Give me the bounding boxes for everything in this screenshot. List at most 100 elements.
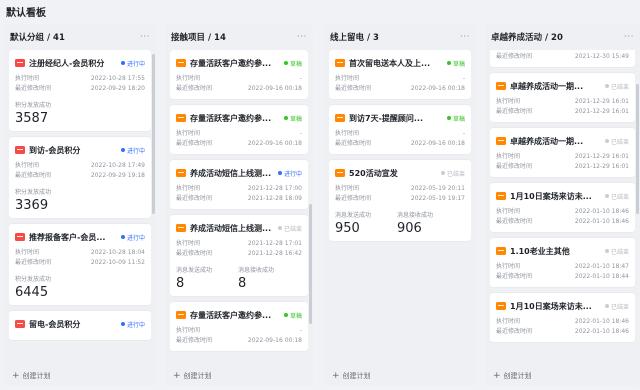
card-header: 存量活跃客户邀约参... 草稿 <box>176 56 302 70</box>
create-plan-button[interactable]: + 创建计划 <box>493 371 532 381</box>
meta-label: 最近修改时间 <box>176 85 213 92</box>
plan-card[interactable]: 存量活跃客户邀约参... 草稿 执行时间 - 最近修改时间 2022-09-16 00:1… <box>170 50 308 99</box>
status-badge: 已结束 <box>604 302 629 311</box>
card-meta-row: 执行时间 - <box>176 74 302 84</box>
message-icon <box>496 302 506 310</box>
meta-value: - <box>462 75 465 82</box>
card-meta-row: 执行时间 2021-12-29 16:01 <box>496 152 629 162</box>
meta-value: 2022-09-16 00:18 <box>410 140 465 147</box>
ellipsis-icon[interactable]: ··· <box>140 33 150 42</box>
meta-value: - <box>462 130 465 137</box>
card-title[interactable]: 卓越养成活动一期... <box>510 136 602 147</box>
scrollbar[interactable] <box>152 54 155 214</box>
column-title: 默认分组 / 41 <box>10 33 65 43</box>
card-header: 1月10日案场来访未... 已结束 <box>496 189 629 203</box>
card-title[interactable]: 存量活跃客户邀约参... <box>190 58 281 69</box>
meta-value: 2022-05-19 19:17 <box>410 195 465 202</box>
plan-card[interactable]: 注册经纪人-会员积分 进行中 执行时间 2022-10-28 17:55 最近修改时间 2… <box>9 50 151 131</box>
plan-card[interactable]: 首次留电送本人及上... 草稿 执行时间 - 最近修改时间 2022-09-16 00:1… <box>329 50 471 99</box>
scrollbar[interactable] <box>309 204 312 324</box>
meta-label: 最近修改时间 <box>176 140 213 147</box>
column-header: 默认分组 / 41 ··· <box>10 30 150 44</box>
plan-card[interactable]: 养成活动短信上线测... 进行中 执行时间 2021-12-28 17:00 最近修改时… <box>170 160 308 209</box>
card-meta-row: 最近修改时间 2022-10-09 11:52 <box>15 258 145 268</box>
scrollbar[interactable] <box>636 84 639 214</box>
card-header: 存量活跃客户邀约参... 草稿 <box>176 308 302 322</box>
card-title[interactable]: 存量活跃客户邀约参... <box>190 310 281 321</box>
plan-card[interactable]: 存量活跃客户邀约参... 草稿 执行时间 - 最近修改时间 2022-09-16 00:1… <box>170 302 308 351</box>
plan-card[interactable]: 1月10日案场来访未... 已结束 执行时间 2022-01-10 18:46 最近修改… <box>490 293 635 342</box>
card-title[interactable]: 首次留电送本人及上... <box>349 58 444 69</box>
metric-value: 906 <box>397 221 422 236</box>
plan-card[interactable]: 执行时间2021-12-30 15:30最近修改时间2021-12-30 15:… <box>490 50 635 67</box>
card-title[interactable]: 到访-会员积分 <box>29 145 118 156</box>
card-title[interactable]: 养成活动短信上线测... <box>190 223 275 234</box>
message-icon <box>176 311 186 319</box>
card-meta-row: 执行时间 2021-12-28 17:00 <box>176 184 302 194</box>
status-label: 已结束 <box>610 138 629 146</box>
status-dot-icon <box>120 235 125 239</box>
meta-value: 2022-01-10 18:46 <box>574 218 629 225</box>
status-dot-icon <box>277 226 282 230</box>
card-title[interactable]: 卓越养成活动一期... <box>510 81 602 92</box>
card-title[interactable]: 1月10日案场来访未... <box>510 191 602 202</box>
plan-card[interactable]: 存量活跃客户邀约参... 草稿 执行时间 - 最近修改时间 2022-09-16 00:1… <box>170 105 308 154</box>
status-dot-icon <box>604 84 609 88</box>
ellipsis-icon[interactable]: ··· <box>460 33 470 42</box>
meta-value: 2021-12-28 17:00 <box>247 185 302 192</box>
ellipsis-icon[interactable]: ··· <box>297 33 307 42</box>
create-plan-button[interactable]: + 创建计划 <box>332 371 371 381</box>
card-meta-row: 最近修改时间 2021-12-30 15:49 <box>496 52 629 62</box>
card-meta-row: 执行时间 2022-05-19 20:11 <box>335 184 465 194</box>
card-title[interactable]: 推荐报备客户-会员... <box>29 232 118 243</box>
card-meta-row: 执行时间 2021-12-28 17:01 <box>176 239 302 249</box>
plan-card[interactable]: 1月10日案场来访未... 已结束 执行时间 2022-01-10 18:46 最近修改… <box>490 183 635 232</box>
metric-label: 消息发送成功 <box>176 267 213 274</box>
create-plan-button[interactable]: + 创建计划 <box>12 371 51 381</box>
metric-value: 3369 <box>15 198 49 213</box>
card-title[interactable]: 留电-会员积分 <box>29 319 118 330</box>
card-title[interactable]: 到访7天-提醒顾问... <box>349 113 444 124</box>
card-title[interactable]: 养成活动短信上线测... <box>190 168 275 179</box>
status-label: 已结束 <box>610 193 629 201</box>
meta-value: - <box>299 327 302 334</box>
card-header: 520活动宣发 已结束 <box>335 166 465 180</box>
status-badge: 草稿 <box>283 59 302 68</box>
meta-label: 执行时间 <box>335 185 360 192</box>
status-badge: 草稿 <box>283 114 302 123</box>
plan-card[interactable]: 到访7天-提醒顾问... 草稿 执行时间 - 最近修改时间 2022-09-16 00:1… <box>329 105 471 154</box>
card-title[interactable]: 存量活跃客户邀约参... <box>190 113 281 124</box>
message-icon <box>496 247 506 255</box>
plan-card[interactable]: 卓越养成活动一期... 已结束 执行时间 2021-12-29 16:01 最近修改时间… <box>490 128 635 177</box>
card-title[interactable]: 1.10老业主其他 <box>510 246 602 257</box>
meta-label: 执行时间 <box>176 130 201 137</box>
column-card-list: 注册经纪人-会员积分 进行中 执行时间 2022-10-28 17:55 最近修改时间 2… <box>9 50 151 368</box>
board-column: 默认分组 / 41 ··· 注册经纪人-会员积分 进行中 执行时间 2022-10-28 … <box>4 24 156 386</box>
status-dot-icon <box>604 194 609 198</box>
create-plan-button[interactable]: + 创建计划 <box>173 371 212 381</box>
plan-card[interactable]: 养成活动短信上线测... 已结束 执行时间 2021-12-28 17:01 最近修改时… <box>170 215 308 296</box>
plan-card[interactable]: 留电-会员积分 进行中 <box>9 311 151 340</box>
metric-label: 积分发放成功 <box>15 102 52 109</box>
card-metrics: 消息发送成功 8 消息接收成功 8 <box>176 265 302 291</box>
card-title[interactable]: 注册经纪人-会员积分 <box>29 58 118 69</box>
ellipsis-icon[interactable]: ··· <box>624 33 634 42</box>
metric: 消息发送成功 8 <box>176 265 238 291</box>
plan-card[interactable]: 推荐报备客户-会员... 进行中 执行时间 2022-10-28 18:04 最近修改时… <box>9 224 151 305</box>
message-icon <box>15 146 25 154</box>
status-label: 进行中 <box>126 234 145 242</box>
status-label: 已结束 <box>446 170 465 178</box>
metric: 消息接收成功 8 <box>238 265 300 291</box>
plan-card[interactable]: 到访-会员积分 进行中 执行时间 2022-10-28 17:49 最近修改时间 2022… <box>9 137 151 218</box>
metric-label: 消息接收成功 <box>238 267 275 274</box>
plan-card[interactable]: 1.10老业主其他 已结束 执行时间 2022-01-10 18:47 最近修改时间 20… <box>490 238 635 287</box>
card-meta-row: 最近修改时间 2022-09-16 00:18 <box>335 84 465 94</box>
message-icon <box>176 114 186 122</box>
card-header: 养成活动短信上线测... 进行中 <box>176 166 302 180</box>
plan-card[interactable]: 520活动宣发 已结束 执行时间 2022-05-19 20:11 最近修改时间 2022… <box>329 160 471 241</box>
plan-card[interactable]: 卓越养成活动一期... 已结束 执行时间 2021-12-29 16:01 最近修改时间… <box>490 73 635 122</box>
card-title[interactable]: 1月10日案场来访未... <box>510 301 602 312</box>
column-header: 卓越养成活动 / 20 ··· <box>491 30 634 44</box>
card-title[interactable]: 520活动宣发 <box>349 168 438 179</box>
meta-label: 执行时间 <box>335 130 360 137</box>
